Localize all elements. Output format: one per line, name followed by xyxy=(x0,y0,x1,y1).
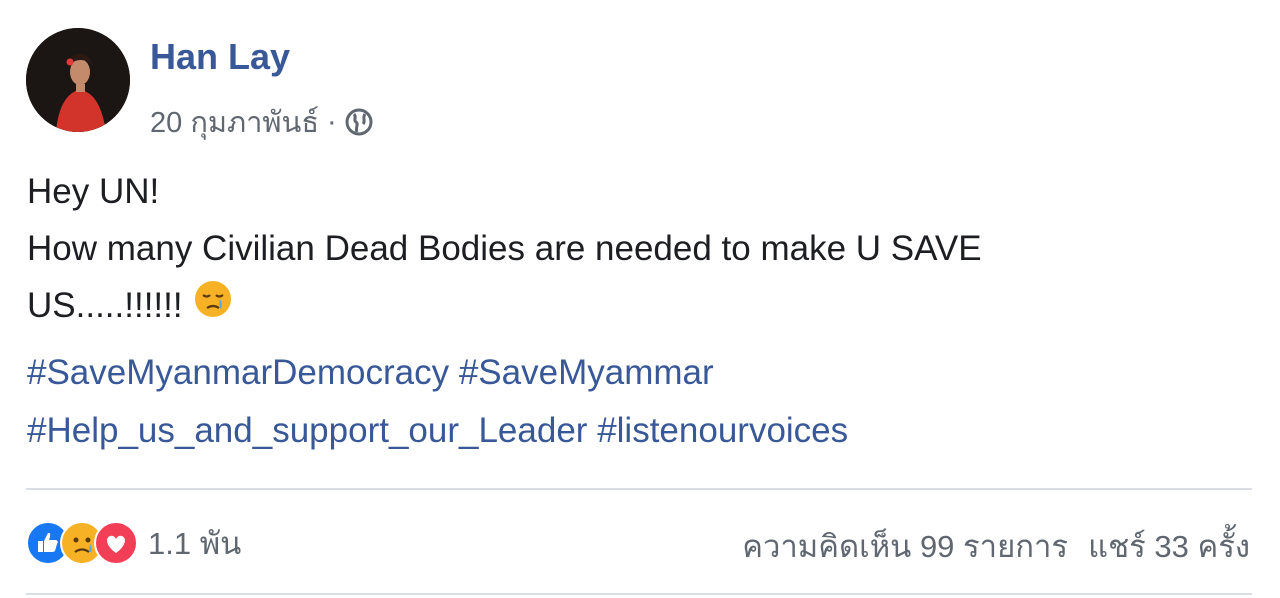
hashtag-link[interactable]: #Help_us_and_support_our_Leader xyxy=(27,411,587,450)
post-meta: 20 กุมภาพันธ์ · xyxy=(150,99,373,145)
footer-divider-top xyxy=(26,488,1252,490)
engagement-stats: ความคิดเห็น 99 รายการ แชร์ 33 ครั้ง xyxy=(742,521,1250,571)
globe-icon[interactable] xyxy=(345,108,373,136)
hashtags: #SaveMyanmarDemocracy #SaveMyammar #Help… xyxy=(27,344,848,460)
comments-count-link[interactable]: ความคิดเห็น 99 รายการ xyxy=(742,521,1068,571)
hashtag-line: #SaveMyanmarDemocracy #SaveMyammar xyxy=(27,344,848,402)
post-body: Hey UN! How many Civilian Dead Bodies ar… xyxy=(27,163,982,336)
author-avatar[interactable] xyxy=(26,28,130,132)
hashtag-line: #Help_us_and_support_our_Leader #listeno… xyxy=(27,402,848,460)
footer-divider-bottom xyxy=(26,593,1252,595)
hashtag-link[interactable]: #SaveMyammar xyxy=(459,353,714,392)
hashtag-link[interactable]: #SaveMyanmarDemocracy xyxy=(27,353,449,392)
post-date[interactable]: 20 กุมภาพันธ์ xyxy=(150,99,319,145)
meta-separator: · xyxy=(327,105,337,138)
shares-count-link[interactable]: แชร์ 33 ครั้ง xyxy=(1088,521,1250,571)
post-line: How many Civilian Dead Bodies are needed… xyxy=(27,229,982,268)
author-name[interactable]: Han Lay xyxy=(150,36,290,78)
hashtag-link[interactable]: #listenourvoices xyxy=(597,411,848,450)
crying-face-icon xyxy=(193,279,233,336)
reactions-summary[interactable]: 1.1 พัน xyxy=(26,518,241,568)
post-line: US.....!!!!!! xyxy=(27,286,183,325)
reaction-count: 1.1 พัน xyxy=(148,526,242,561)
post-line-last: US.....!!!!!! xyxy=(27,277,982,336)
post-line: Hey UN! xyxy=(27,172,160,211)
love-icon xyxy=(94,521,138,565)
